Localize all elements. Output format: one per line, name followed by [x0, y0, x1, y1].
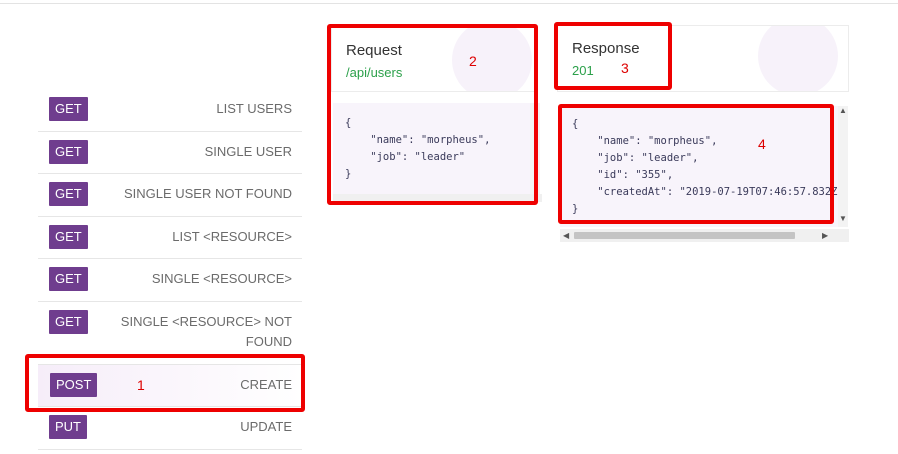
endpoint-label: UPDATE: [240, 419, 292, 434]
annotation-number-3: 3: [621, 60, 629, 76]
method-badge: POST: [50, 372, 98, 397]
endpoint-single-user[interactable]: GET SINGLE USER: [38, 132, 302, 174]
annotation-number-4: 4: [758, 136, 766, 152]
response-scrollbar-v[interactable]: ▲ ▼: [838, 106, 848, 227]
response-scrollbar-h[interactable]: ◀ ▶: [560, 229, 849, 242]
watermark-logo: [452, 28, 532, 91]
request-scrollbar-v[interactable]: [530, 103, 540, 194]
response-header: Response 201: [557, 25, 849, 92]
method-badge: PUT: [49, 415, 87, 439]
method-badge: GET: [49, 182, 88, 206]
method-badge: GET: [49, 267, 88, 291]
endpoint-label: LIST <RESOURCE>: [172, 228, 292, 244]
scroll-down-icon[interactable]: ▼: [839, 214, 847, 224]
response-title: Response: [572, 40, 640, 57]
method-badge: GET: [49, 224, 88, 249]
method-badge: GET: [49, 139, 88, 164]
top-divider: [0, 0, 898, 4]
endpoint-single-resource-not-found[interactable]: GET SINGLE <RESOURCE> NOT FOUND: [38, 302, 302, 365]
endpoint-label: SINGLE <RESOURCE>: [151, 271, 292, 286]
scroll-up-icon[interactable]: ▲: [839, 106, 847, 116]
scroll-left-icon[interactable]: ◀: [563, 231, 569, 241]
endpoint-list-users[interactable]: GET LIST USERS: [38, 89, 302, 132]
watermark-logo: [758, 26, 838, 91]
annotation-number-1: 1: [137, 377, 145, 393]
scrollbar-thumb[interactable]: [574, 232, 795, 239]
request-body[interactable]: { "name": "morpheus", "job": "leader" }: [333, 103, 530, 194]
endpoint-update[interactable]: PUT UPDATE: [38, 407, 302, 450]
endpoint-list-resource[interactable]: GET LIST <RESOURCE>: [38, 217, 302, 259]
endpoint-label: SINGLE <RESOURCE> NOT FOUND: [120, 313, 292, 349]
endpoint-list: GET LIST USERS GET SINGLE USER GET SINGL…: [38, 89, 302, 450]
request-header: Request /api/users: [331, 27, 536, 92]
endpoint-label: LIST USERS: [216, 101, 292, 116]
method-badge: GET: [49, 309, 88, 334]
response-body[interactable]: { "name": "morpheus", "job": "leader", "…: [560, 106, 838, 227]
method-badge: GET: [49, 97, 88, 121]
endpoint-label: SINGLE USER: [204, 143, 292, 159]
endpoint-single-resource[interactable]: GET SINGLE <RESOURCE>: [38, 259, 302, 302]
endpoint-label: SINGLE USER NOT FOUND: [123, 186, 292, 201]
request-title: Request: [346, 42, 402, 59]
response-status: 201: [572, 63, 594, 78]
annotation-number-2: 2: [469, 53, 477, 69]
endpoint-single-user-not-found[interactable]: GET SINGLE USER NOT FOUND: [38, 174, 302, 217]
request-path: /api/users: [346, 65, 403, 80]
endpoint-create[interactable]: POST CREATE: [38, 364, 302, 407]
request-scrollbar-h[interactable]: [333, 194, 542, 202]
scroll-right-icon[interactable]: ▶: [822, 231, 828, 241]
